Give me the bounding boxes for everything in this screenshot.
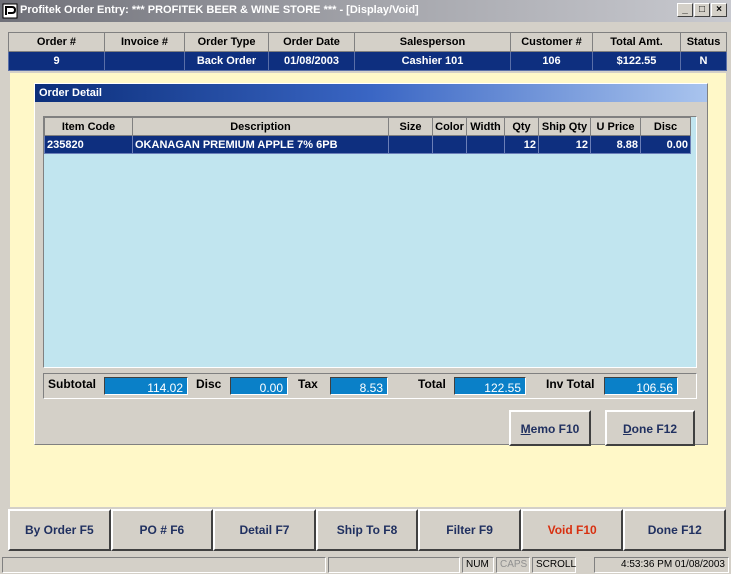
window-title: Profitek Order Entry: *** PROFITEK BEER … [20,4,419,16]
item-description: OKANAGAN PREMIUM APPLE 7% 6PB [132,135,389,154]
col-color: Color [432,117,467,136]
void-button[interactable]: Void F10 [520,509,624,551]
status-panel-1 [2,557,326,573]
order-header: Order # Invoice # Order Type Order Date … [8,32,727,71]
col-order-number: Order # [8,32,105,52]
ship-to-button[interactable]: Ship To F8 [315,509,419,551]
status-panel-2 [328,557,460,573]
col-salesperson: Salesperson [354,32,511,52]
bottom-button-bar: By Order F5 PO # F6 Detail F7 Ship To F8… [8,509,727,551]
col-qty: Qty [504,117,539,136]
app-icon [2,3,18,19]
done-button[interactable]: Done F12 [623,509,727,551]
maximize-button[interactable]: □ [694,3,710,17]
disc-label: Disc [196,377,222,391]
status-bar: NUM CAPS SCROLL 4:53:36 PM 01/08/2003 [0,556,731,574]
by-order-button[interactable]: By Order F5 [8,509,111,551]
col-size: Size [388,117,433,136]
col-invoice-number: Invoice # [104,32,185,52]
col-width: Width [466,117,505,136]
total-amount: $122.55 [592,51,681,71]
status-datetime: 4:53:36 PM 01/08/2003 [594,557,729,573]
panel-done-button[interactable]: Done F12 [605,410,695,446]
col-order-date: Order Date [268,32,355,52]
totals-bar: Subtotal 114.02 Disc 0.00 Tax 8.53 Total… [43,373,697,399]
grid-header: Item Code Description Size Color Width Q… [44,117,691,136]
item-disc: 0.00 [640,135,691,154]
col-description: Description [132,117,389,136]
order-header-row[interactable]: 9 Back Order 01/08/2003 Cashier 101 106 … [8,51,727,71]
item-size [388,135,433,154]
close-button[interactable]: × [711,3,727,17]
salesperson: Cashier 101 [354,51,511,71]
total-value: 122.55 [454,377,526,395]
item-qty: 12 [504,135,539,154]
customer-number: 106 [510,51,593,71]
inv-total-value: 106.56 [604,377,678,395]
item-width [466,135,505,154]
inv-total-label: Inv Total [546,377,595,391]
col-unit-price: U Price [590,117,641,136]
col-item-code: Item Code [44,117,133,136]
num-indicator: NUM [462,557,494,573]
order-date: 01/08/2003 [268,51,355,71]
col-order-type: Order Type [184,32,269,52]
scroll-indicator: SCROLL [532,557,576,573]
col-disc: Disc [640,117,691,136]
caps-indicator: CAPS [496,557,530,573]
col-ship-qty: Ship Qty [538,117,591,136]
po-button[interactable]: PO # F6 [110,509,214,551]
table-row[interactable]: 235820 OKANAGAN PREMIUM APPLE 7% 6PB 12 … [44,135,691,154]
title-bar[interactable]: Profitek Order Entry: *** PROFITEK BEER … [0,0,731,22]
detail-grid[interactable]: Item Code Description Size Color Width Q… [43,116,697,368]
tax-label: Tax [298,377,318,391]
order-detail-panel: Order Detail Item Code Description Size … [34,83,708,446]
disc-value: 0.00 [230,377,288,395]
detail-button[interactable]: Detail F7 [213,509,316,551]
col-total-amt: Total Amt. [592,32,681,52]
order-status: N [680,51,727,71]
col-status: Status [680,32,727,52]
item-unit-price: 8.88 [590,135,641,154]
item-code: 235820 [44,135,133,154]
tax-value: 8.53 [330,377,388,395]
panel-title: Order Detail [35,84,707,102]
subtotal-value: 114.02 [104,377,188,395]
item-color [432,135,467,154]
done-label: one F12 [631,422,678,436]
memo-label: emo F10 [530,422,580,436]
invoice-number [104,51,185,71]
item-ship-qty: 12 [538,135,591,154]
order-header-labels: Order # Invoice # Order Type Order Date … [8,32,727,52]
memo-button[interactable]: Memo F10 [509,410,591,446]
col-customer-number: Customer # [510,32,593,52]
order-type: Back Order [184,51,269,71]
subtotal-label: Subtotal [48,377,96,391]
filter-button[interactable]: Filter F9 [418,509,521,551]
done-hotkey: D [622,422,632,436]
minimize-button[interactable]: _ [677,3,693,17]
order-number: 9 [8,51,105,71]
total-label: Total [418,377,446,391]
memo-hotkey: M [520,422,531,436]
